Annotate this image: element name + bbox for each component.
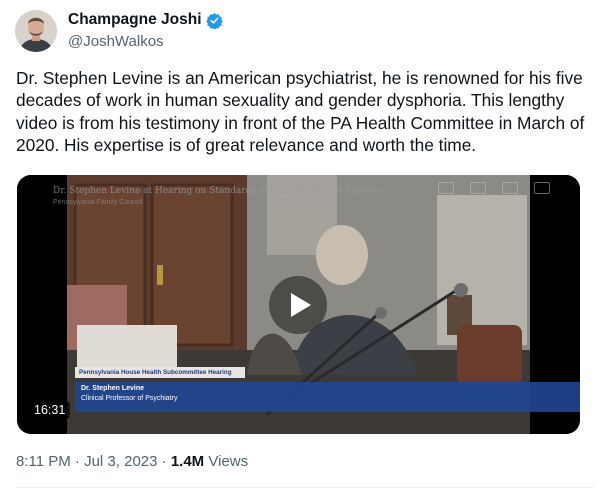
author-handle[interactable]: @JoshWalkos <box>68 33 164 50</box>
speaker-role: Clinical Professor of Psychiatry <box>81 395 178 402</box>
video-top-controls <box>438 182 550 194</box>
settings-icon <box>534 182 550 194</box>
tweet-text: Dr. Stephen Levine is an American psychi… <box>16 67 591 157</box>
video-duration: 16:31 <box>29 401 71 419</box>
speaker-name: Dr. Stephen Levine <box>81 385 145 392</box>
play-button[interactable] <box>269 276 327 334</box>
views-label: Views <box>208 453 249 470</box>
tweet-time[interactable]: 8:11 PM <box>16 453 71 470</box>
divider <box>16 487 595 488</box>
toggle-icon <box>438 182 454 194</box>
lower-third-banner: Pennsylvania House Health Subcommittee H… <box>75 367 580 412</box>
tweet-meta: 8:11 PM · Jul 3, 2023 · 1.4M Views <box>16 453 248 470</box>
tweet-date[interactable]: Jul 3, 2023 <box>84 453 157 470</box>
banner-label: Pennsylvania House Health Subcommittee H… <box>75 367 245 378</box>
subtitles-icon <box>470 182 486 194</box>
author-avatar[interactable] <box>15 10 57 52</box>
author-display-name[interactable]: Champagne Joshi <box>68 11 202 29</box>
tweet-body: Dr. Stephen Levine is an American psychi… <box>16 68 585 156</box>
user-avatar-icon <box>15 10 57 52</box>
video-player[interactable]: Dr. Stephen Levine at Hearing on Standar… <box>17 175 580 434</box>
video-title: Dr. Stephen Levine at Hearing on Standar… <box>53 186 382 196</box>
views-count[interactable]: 1.4M <box>171 453 204 470</box>
verified-badge-icon <box>205 12 223 30</box>
meta-separator: · <box>74 453 80 470</box>
meta-separator: · <box>161 453 167 470</box>
share-icon <box>502 182 518 194</box>
video-channel: Pennsylvania Family Council <box>53 199 143 206</box>
play-icon <box>290 293 311 317</box>
author-name-row[interactable]: Champagne Joshi <box>68 11 223 30</box>
